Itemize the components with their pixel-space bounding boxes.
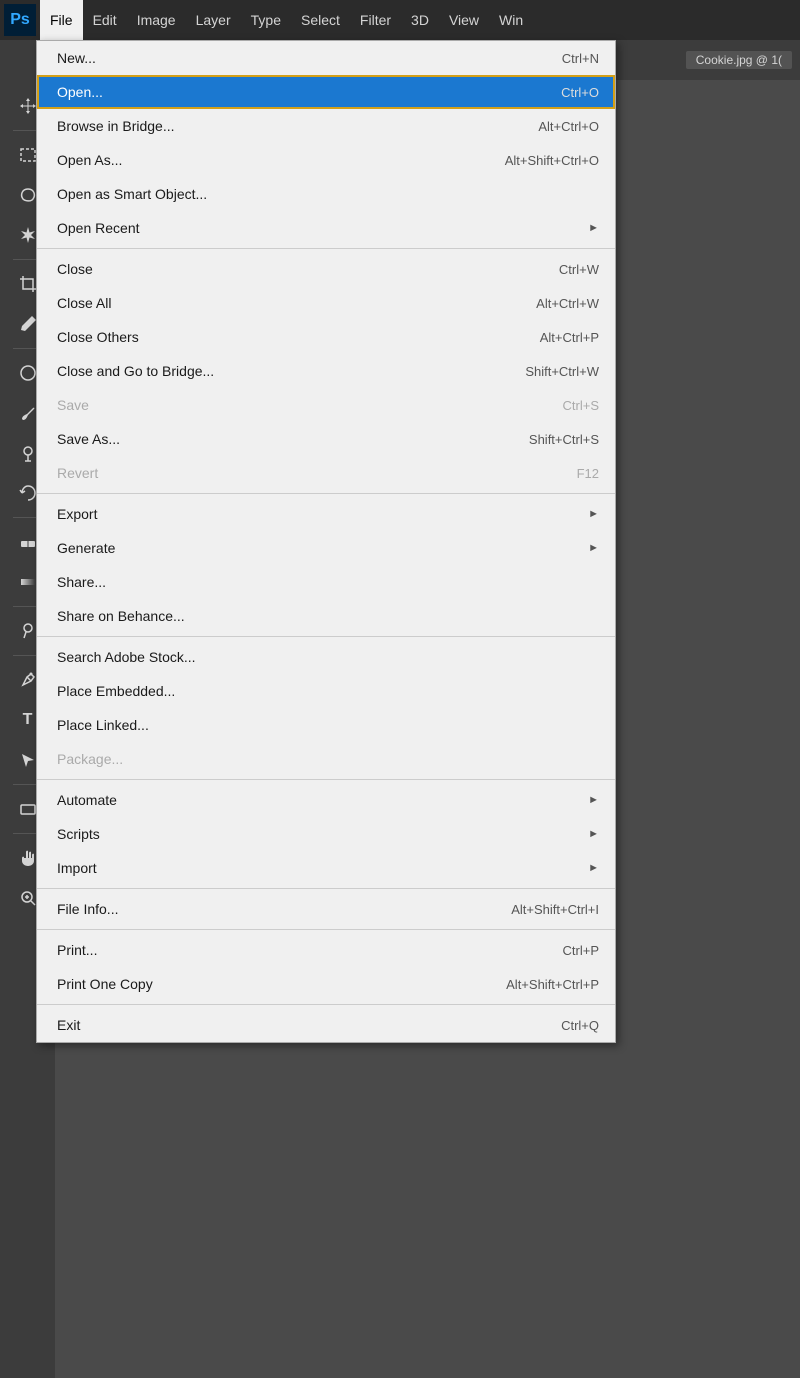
- menu-item-save: Save Ctrl+S: [37, 388, 615, 422]
- menu-item-save-shortcut: Ctrl+S: [563, 398, 599, 413]
- menu-item-open[interactable]: Open... Ctrl+O: [37, 75, 615, 109]
- menu-item-layer[interactable]: Layer: [186, 0, 241, 40]
- menu-item-revert-label: Revert: [57, 465, 98, 481]
- menu-item-close-all-shortcut: Alt+Ctrl+W: [536, 296, 599, 311]
- menu-item-save-as[interactable]: Save As... Shift+Ctrl+S: [37, 422, 615, 456]
- menu-item-print-label: Print...: [57, 942, 97, 958]
- menu-item-export[interactable]: Export ►: [37, 497, 615, 531]
- menu-item-save-as-shortcut: Shift+Ctrl+S: [529, 432, 599, 447]
- menu-item-close[interactable]: Close Ctrl+W: [37, 252, 615, 286]
- menu-item-win[interactable]: Win: [489, 0, 533, 40]
- generate-arrow: ►: [588, 542, 599, 554]
- separator-7: [37, 1004, 615, 1005]
- menu-item-open-smart-object-label: Open as Smart Object...: [57, 186, 207, 202]
- file-dropdown-menu: New... Ctrl+N Open... Ctrl+O Browse in B…: [36, 40, 616, 1043]
- menu-item-open-recent[interactable]: Open Recent ►: [37, 211, 615, 245]
- ps-logo: Ps: [4, 4, 36, 36]
- menu-item-automate[interactable]: Automate ►: [37, 783, 615, 817]
- menu-item-exit-label: Exit: [57, 1017, 80, 1033]
- menu-item-import-label: Import: [57, 860, 97, 876]
- menu-item-close-all[interactable]: Close All Alt+Ctrl+W: [37, 286, 615, 320]
- menu-item-share[interactable]: Share...: [37, 565, 615, 599]
- menu-item-revert: Revert F12: [37, 456, 615, 490]
- separator-2: [37, 493, 615, 494]
- menu-item-place-linked[interactable]: Place Linked...: [37, 708, 615, 742]
- menu-item-edit[interactable]: Edit: [83, 0, 127, 40]
- menu-item-close-shortcut: Ctrl+W: [559, 262, 599, 277]
- menu-item-print[interactable]: Print... Ctrl+P: [37, 933, 615, 967]
- menu-item-search-stock-label: Search Adobe Stock...: [57, 649, 196, 665]
- menu-item-type[interactable]: Type: [241, 0, 291, 40]
- menu-item-open-as-label: Open As...: [57, 152, 122, 168]
- menu-item-close-all-label: Close All: [57, 295, 111, 311]
- menu-item-place-embedded-label: Place Embedded...: [57, 683, 175, 699]
- menu-bar: Ps File Edit Image Layer Type Select Fil…: [0, 0, 800, 40]
- menu-item-view[interactable]: View: [439, 0, 489, 40]
- menu-item-scripts-label: Scripts: [57, 826, 100, 842]
- menu-item-file[interactable]: File: [40, 0, 83, 40]
- menu-item-print-one-copy[interactable]: Print One Copy Alt+Shift+Ctrl+P: [37, 967, 615, 1001]
- menu-item-close-others-shortcut: Alt+Ctrl+P: [540, 330, 599, 345]
- separator-3: [37, 636, 615, 637]
- menu-item-exit-shortcut: Ctrl+Q: [561, 1018, 599, 1033]
- menu-item-print-one-copy-label: Print One Copy: [57, 976, 153, 992]
- menu-item-export-label: Export: [57, 506, 97, 522]
- menu-item-file-info-shortcut: Alt+Shift+Ctrl+I: [511, 902, 599, 917]
- menu-item-file-info-label: File Info...: [57, 901, 118, 917]
- menu-item-close-others-label: Close Others: [57, 329, 139, 345]
- menu-item-close-bridge-label: Close and Go to Bridge...: [57, 363, 214, 379]
- menu-item-revert-shortcut: F12: [577, 466, 599, 481]
- menu-item-open-label: Open...: [57, 84, 103, 100]
- separator-6: [37, 929, 615, 930]
- menu-item-print-one-copy-shortcut: Alt+Shift+Ctrl+P: [506, 977, 599, 992]
- automate-arrow: ►: [588, 794, 599, 806]
- menu-item-scripts[interactable]: Scripts ►: [37, 817, 615, 851]
- menu-item-browse-bridge-shortcut: Alt+Ctrl+O: [538, 119, 599, 134]
- separator-4: [37, 779, 615, 780]
- menu-item-close-label: Close: [57, 261, 93, 277]
- menu-item-search-stock[interactable]: Search Adobe Stock...: [37, 640, 615, 674]
- scripts-arrow: ►: [588, 828, 599, 840]
- menu-item-automate-label: Automate: [57, 792, 117, 808]
- menu-item-open-recent-label: Open Recent: [57, 220, 140, 236]
- menu-item-print-shortcut: Ctrl+P: [563, 943, 599, 958]
- separator-5: [37, 888, 615, 889]
- menu-item-place-linked-label: Place Linked...: [57, 717, 149, 733]
- menu-item-share-behance[interactable]: Share on Behance...: [37, 599, 615, 633]
- tab-cookie-jpg[interactable]: Cookie.jpg @ 1(: [686, 51, 792, 69]
- menu-item-share-label: Share...: [57, 574, 106, 590]
- menu-item-image[interactable]: Image: [127, 0, 186, 40]
- menu-item-close-others[interactable]: Close Others Alt+Ctrl+P: [37, 320, 615, 354]
- menu-item-import[interactable]: Import ►: [37, 851, 615, 885]
- menu-item-close-bridge-shortcut: Shift+Ctrl+W: [525, 364, 599, 379]
- menu-item-new-label: New...: [57, 50, 96, 66]
- menu-item-save-as-label: Save As...: [57, 431, 120, 447]
- menu-item-generate[interactable]: Generate ►: [37, 531, 615, 565]
- menu-item-package: Package...: [37, 742, 615, 776]
- separator-1: [37, 248, 615, 249]
- menu-item-filter[interactable]: Filter: [350, 0, 401, 40]
- menu-item-file-info[interactable]: File Info... Alt+Shift+Ctrl+I: [37, 892, 615, 926]
- menu-item-browse-bridge[interactable]: Browse in Bridge... Alt+Ctrl+O: [37, 109, 615, 143]
- menu-item-close-bridge[interactable]: Close and Go to Bridge... Shift+Ctrl+W: [37, 354, 615, 388]
- menu-item-3d[interactable]: 3D: [401, 0, 439, 40]
- menu-item-share-behance-label: Share on Behance...: [57, 608, 185, 624]
- menu-item-browse-bridge-label: Browse in Bridge...: [57, 118, 175, 134]
- menu-item-new[interactable]: New... Ctrl+N: [37, 41, 615, 75]
- menu-item-place-embedded[interactable]: Place Embedded...: [37, 674, 615, 708]
- menu-item-select[interactable]: Select: [291, 0, 350, 40]
- menu-item-new-shortcut: Ctrl+N: [562, 51, 599, 66]
- export-arrow: ►: [588, 508, 599, 520]
- import-arrow: ►: [588, 862, 599, 874]
- menu-item-open-as[interactable]: Open As... Alt+Shift+Ctrl+O: [37, 143, 615, 177]
- menu-item-open-shortcut: Ctrl+O: [561, 85, 599, 100]
- menu-item-open-smart-object[interactable]: Open as Smart Object...: [37, 177, 615, 211]
- menu-item-generate-label: Generate: [57, 540, 115, 556]
- menu-item-open-as-shortcut: Alt+Shift+Ctrl+O: [505, 153, 599, 168]
- menu-item-exit[interactable]: Exit Ctrl+Q: [37, 1008, 615, 1042]
- menu-item-package-label: Package...: [57, 751, 123, 767]
- menu-item-save-label: Save: [57, 397, 89, 413]
- open-recent-arrow: ►: [588, 222, 599, 234]
